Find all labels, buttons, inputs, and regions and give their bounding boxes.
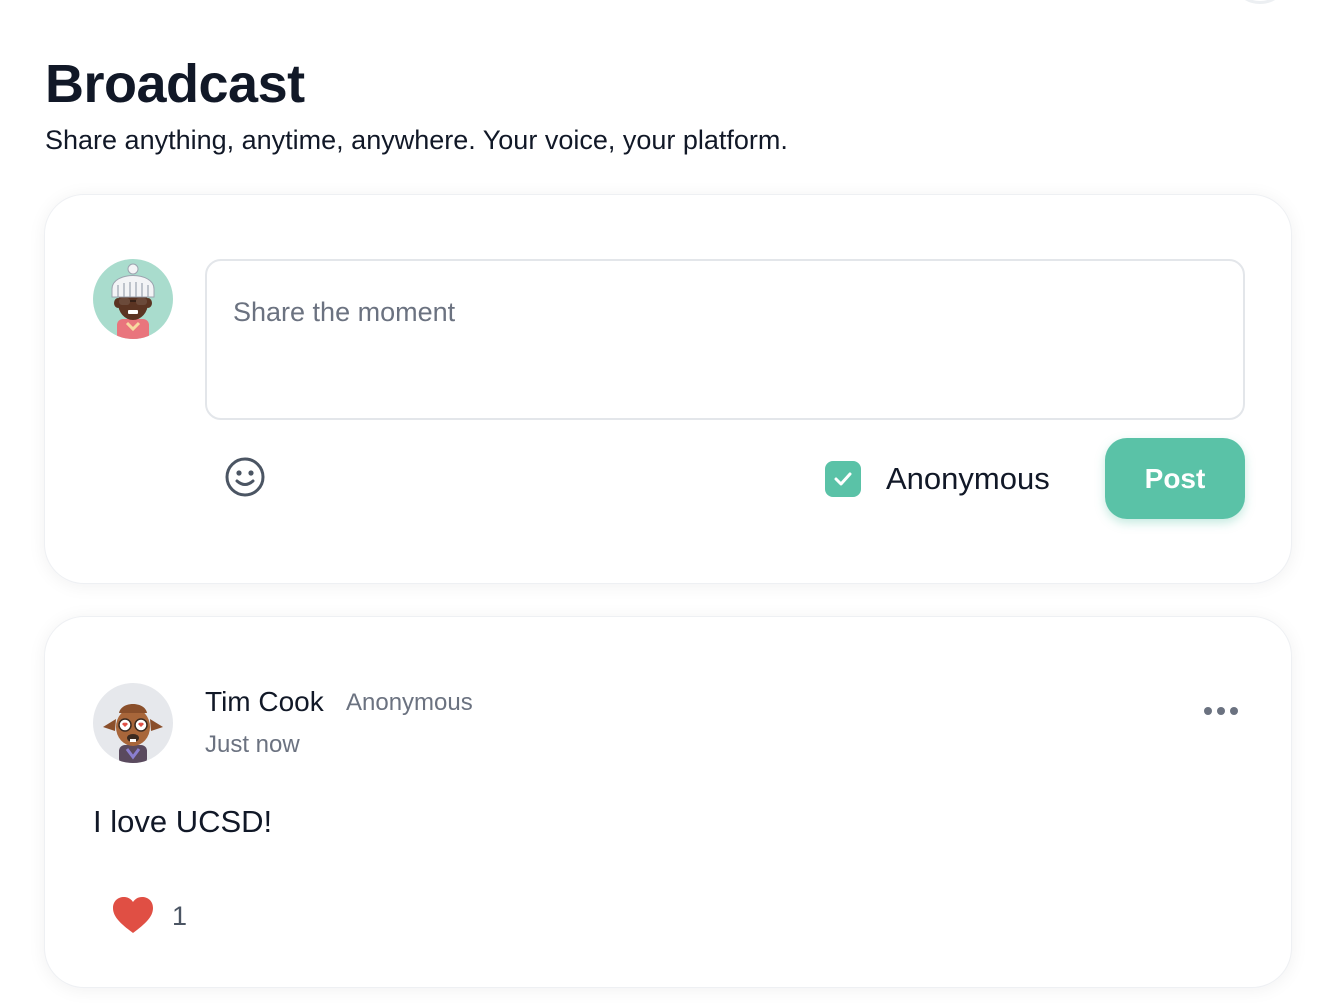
anonymous-label[interactable]: Anonymous: [886, 461, 1050, 497]
check-icon: [834, 472, 852, 486]
profile-avatar-edge[interactable]: [1230, 0, 1290, 4]
author-avatar: [93, 683, 173, 763]
heart-icon: [113, 897, 153, 933]
post-text: I love UCSD!: [93, 804, 273, 839]
post-button[interactable]: Post: [1105, 438, 1245, 519]
anonymous-checkbox[interactable]: [825, 461, 861, 497]
page-subtitle: Share anything, anytime, anywhere. Your …: [45, 125, 788, 155]
user-avatar-illustration: [111, 263, 155, 339]
emoji-button[interactable]: [223, 455, 267, 499]
post-input[interactable]: [205, 259, 1245, 420]
more-options-button[interactable]: [1201, 699, 1241, 723]
post-card: Tim Cook Anonymous Just now I love UCSD!…: [44, 616, 1292, 988]
smiley-icon: [225, 457, 265, 497]
user-avatar: [93, 259, 173, 339]
author-name[interactable]: Tim Cook: [205, 685, 324, 719]
author-avatar-illustration: [103, 704, 163, 763]
like-count: 1: [172, 901, 188, 931]
composer-card: Anonymous Post: [44, 194, 1292, 584]
more-dots-icon: [1204, 707, 1238, 715]
like-button[interactable]: [109, 891, 157, 939]
post-timestamp: Just now: [205, 731, 300, 758]
page-title: Broadcast: [45, 54, 305, 114]
anonymous-tag: Anonymous: [346, 689, 473, 716]
